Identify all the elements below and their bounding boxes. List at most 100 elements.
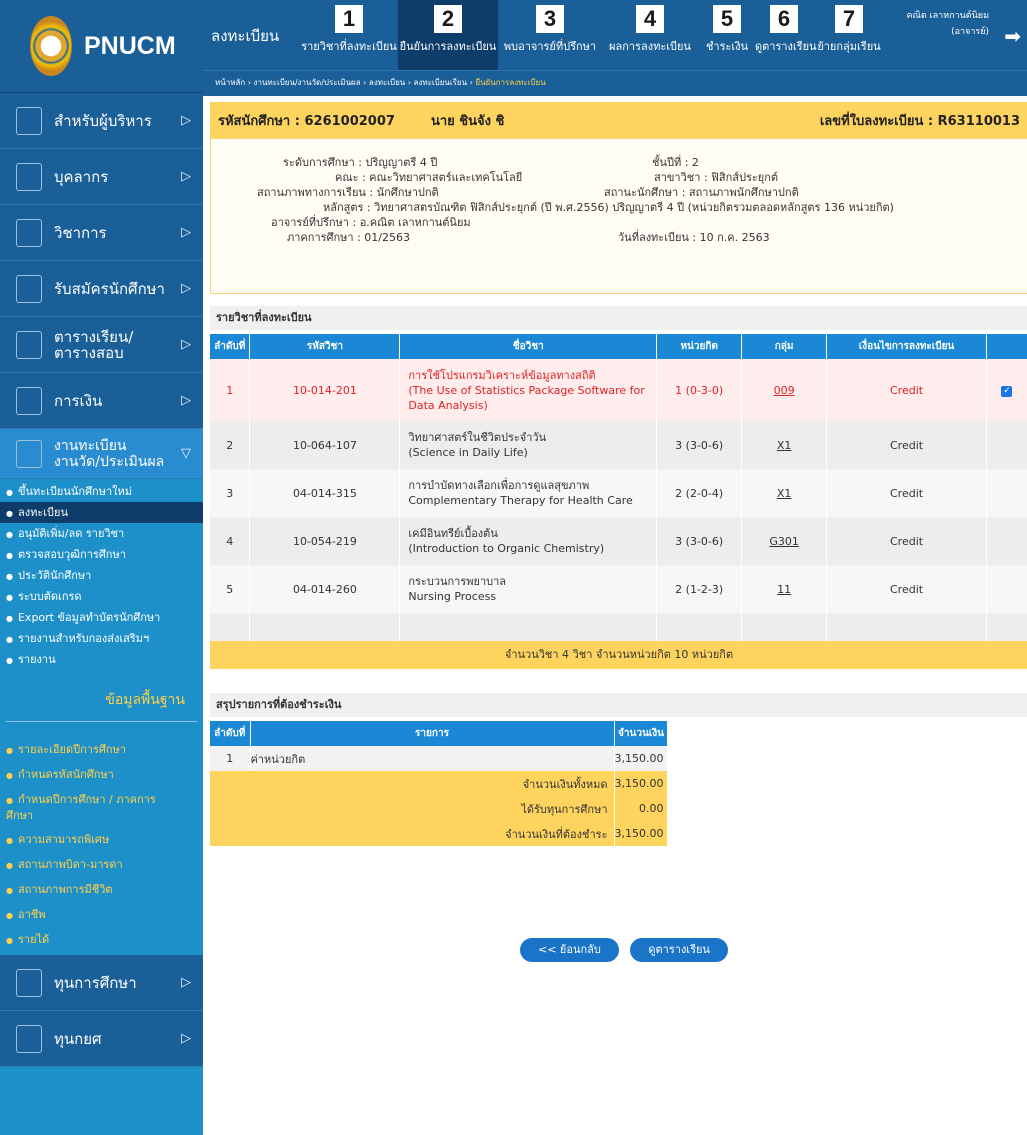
chevron-right-icon: ▷ xyxy=(181,113,191,128)
chevron-right-icon: ▷ xyxy=(181,975,191,990)
logout-arrow-icon[interactable]: ➡ xyxy=(1004,24,1021,48)
basic-item[interactable]: รายได้ xyxy=(0,930,203,950)
submenu-item[interactable]: รายงาน xyxy=(0,649,203,670)
payment-table: ลำดับที่ รายการ จำนวนเงิน 1 ค่าหน่วยกิต … xyxy=(210,721,669,846)
chevron-right-icon: ▷ xyxy=(181,225,191,240)
breadcrumb-current: ยืนยันการลงทะเบียน xyxy=(475,78,546,87)
basic-item[interactable]: กำหนดปีการศึกษา / ภาคการศึกษา xyxy=(0,790,170,825)
logo-text: PNUCM xyxy=(84,31,176,60)
table-row[interactable]: 4 10-054-219 เคมีอินทรีย์เบื้องต้น (Intro… xyxy=(210,517,1027,565)
table-row[interactable]: 1 10-014-201 การใช้โปรแกรมวิเคราะห์ข้อมู… xyxy=(210,359,1027,421)
table-header-row: ลำดับที่ รหัสวิชา ชื่อวิชา หน่วยกิต กลุ่… xyxy=(210,334,1027,359)
sidebar: PNUCM สำหรับผู้บริหาร ▷ บุคลากร ▷ วิชาการ ▷… xyxy=(0,0,203,1135)
submenu-item[interactable]: รายงานสำหรับกองส่งเสริมฯ xyxy=(0,628,203,649)
submenu-item[interactable]: อนุมัติเพิ่ม/ลด รายวิชา xyxy=(0,523,203,544)
group-link[interactable]: G301 xyxy=(769,535,799,548)
page-title: ลงทะเบียน xyxy=(211,27,280,45)
sidebar-item-finance[interactable]: การเงิน ▷ xyxy=(0,373,203,429)
back-button[interactable]: << ย้อนกลับ xyxy=(520,938,619,962)
step-5[interactable]: 5 ชำระเงิน xyxy=(700,0,754,70)
user-role: (อาจารย์) xyxy=(951,27,989,37)
user-info: คณิต เลาหกานต์นิยม (อาจารย์) xyxy=(906,8,989,40)
registration-submenu: ขึ้นทะเบียนนักศึกษาใหม่ ลงทะเบียน อนุมัต… xyxy=(0,479,203,670)
payment-section-title: สรุปรายการที่ต้องชำระเงิน xyxy=(210,693,1027,717)
scholarship-icon xyxy=(16,968,42,997)
amount-due-row: จำนวนเงินที่ต้องชำระ 3,150.00 xyxy=(210,821,669,846)
logo[interactable]: PNUCM xyxy=(0,0,203,93)
student-header: รหัสนักศึกษา : 6261002007 นาย ชินจัง ชิ … xyxy=(210,102,1027,138)
row-checkbox[interactable]: ✓ xyxy=(1001,386,1013,397)
col-header: จำนวนเงิน xyxy=(614,721,669,746)
sidebar-item-student-loan[interactable]: ทุนกยศ ▷ xyxy=(0,1011,203,1067)
col-header: รายการ xyxy=(250,721,615,746)
info-student-status: สถานะนักศึกษา : สถานภาพนักศึกษาปกติ xyxy=(604,186,799,199)
chevron-down-icon: ▽ xyxy=(181,446,191,461)
info-reg-date: วันที่ลงทะเบียน : 10 ก.ค. 2563 xyxy=(618,231,770,244)
step-2[interactable]: 2 ยืนยันการลงทะเบียน xyxy=(398,0,498,70)
step-7[interactable]: 7 ย้ายกลุ่มเรียน xyxy=(814,0,884,70)
user-name: คณิต เลาหกานต์นิยม xyxy=(906,11,989,21)
total-row: จำนวนเงินทั้งหมด 3,150.00 xyxy=(210,771,669,796)
sidebar-item-admission[interactable]: รับสมัครนักศึกษา ▷ xyxy=(0,261,203,317)
step-6[interactable]: 6 ดูตารางเรียน xyxy=(755,0,817,70)
notebook-icon xyxy=(16,274,42,303)
group-link[interactable]: X1 xyxy=(777,439,792,452)
action-buttons: << ย้อนกลับ ดูตารางเรียน xyxy=(520,938,736,962)
table-row[interactable]: 5 04-014-260 กระบวนการพยาบาล Nursing Proc… xyxy=(210,565,1027,613)
group-link[interactable]: X1 xyxy=(777,487,792,500)
submenu-item[interactable]: ระบบตัดเกรด xyxy=(0,586,203,607)
chevron-right-icon: ▷ xyxy=(181,1031,191,1046)
sidebar-item-executive[interactable]: สำหรับผู้บริหาร ▷ xyxy=(0,93,203,149)
basic-item[interactable]: สถานภาพการมีชีวิต xyxy=(0,880,203,900)
document-icon xyxy=(16,218,42,247)
student-name: นาย ชินจัง ชิ xyxy=(430,113,505,129)
chevron-right-icon: ▷ xyxy=(181,337,191,352)
table-row[interactable]: 3 04-014-315 การบำบัดทางเลือกเพื่อการดูแ… xyxy=(210,469,1027,517)
blank-row xyxy=(210,613,1027,641)
submenu-item[interactable]: Export ข้อมูลทำบัตรนักศึกษา xyxy=(0,607,203,628)
submenu-item[interactable]: ตรวจสอบวุฒิการศึกษา xyxy=(0,544,203,565)
courses-table: ลำดับที่ รหัสวิชา ชื่อวิชา หน่วยกิต กลุ่… xyxy=(210,334,1027,641)
basic-item[interactable]: สถานภาพบิดา-มารดา xyxy=(0,855,203,875)
basic-item[interactable]: กำหนดรหัสนักศึกษา xyxy=(0,765,203,785)
courses-section-title: รายวิชาที่ลงทะเบียน xyxy=(210,306,1027,330)
basic-item[interactable]: อาชีพ xyxy=(0,905,203,925)
col-header: กลุ่ม xyxy=(741,334,828,359)
course-summary: จำนวนวิชา 4 วิชา จำนวนหน่วยกิต 10 หน่วยก… xyxy=(210,641,1027,669)
step-3[interactable]: 3 พบอาจารย์ที่ปรึกษา xyxy=(500,0,600,70)
breadcrumb: หน้าหลัก › งานทะเบียน/งานวัด/ประเมินผล ›… xyxy=(203,70,1027,96)
payment-row: 1 ค่าหน่วยกิต 3,150.00 xyxy=(210,746,669,771)
student-info-panel: ระดับการศึกษา : ปริญญาตรี 4 ปี คณะ : คณะ… xyxy=(210,138,1027,294)
sidebar-item-academic[interactable]: วิชาการ ▷ xyxy=(0,205,203,261)
group-link[interactable]: 009 xyxy=(774,384,795,397)
sidebar-item-scholarship[interactable]: ทุนการศึกษา ▷ xyxy=(0,955,203,1011)
col-header: เงื่อนไขการลงทะเบียน xyxy=(826,334,987,359)
group-link[interactable]: 11 xyxy=(777,583,791,596)
student-id: รหัสนักศึกษา : 6261002007 xyxy=(218,113,395,129)
col-header: หน่วยกิต xyxy=(656,334,743,359)
submenu-item[interactable]: ประวัตินักศึกษา xyxy=(0,565,203,586)
basic-item[interactable]: ความสามารถพิเศษ xyxy=(0,830,203,850)
submenu-item-active[interactable]: ลงทะเบียน xyxy=(0,502,203,523)
sidebar-item-registration[interactable]: งานทะเบียน งานวัด/ประเมินผล ▽ xyxy=(0,429,203,479)
view-schedule-button[interactable]: ดูตารางเรียน xyxy=(630,938,728,962)
registration-icon xyxy=(16,439,42,468)
chevron-right-icon: ▷ xyxy=(181,169,191,184)
university-seal-icon xyxy=(30,16,72,76)
step-1[interactable]: 1 รายวิชาที่ลงทะเบียน xyxy=(300,0,398,70)
sidebar-item-schedule[interactable]: ตารางเรียน/ ตารางสอบ ▷ xyxy=(0,317,203,373)
step-4[interactable]: 4 ผลการลงทะเบียน xyxy=(601,0,699,70)
col-header: ลำดับที่ xyxy=(210,334,251,359)
sidebar-item-personnel[interactable]: บุคลากร ▷ xyxy=(0,149,203,205)
calendar-icon xyxy=(16,330,42,359)
person-icon xyxy=(16,162,42,191)
scholarship-row: ได้รับทุนการศึกษา 0.00 xyxy=(210,796,669,821)
info-semester: ภาคการศึกษา : 01/2563 xyxy=(287,231,410,244)
basic-item[interactable]: รายละเอียดปีการศึกษา xyxy=(0,740,203,760)
breadcrumb-path[interactable]: หน้าหลัก › งานทะเบียน/งานวัด/ประเมินผล ›… xyxy=(215,78,475,87)
table-row[interactable]: 2 10-064-107 วิทยาศาสตร์ในชีวิตประจำวัน(… xyxy=(210,421,1027,469)
col-header: รหัสวิชา xyxy=(249,334,401,359)
submenu-item[interactable]: ขึ้นทะเบียนนักศึกษาใหม่ xyxy=(0,481,203,502)
chevron-right-icon: ▷ xyxy=(181,281,191,296)
loan-icon xyxy=(16,1024,42,1053)
